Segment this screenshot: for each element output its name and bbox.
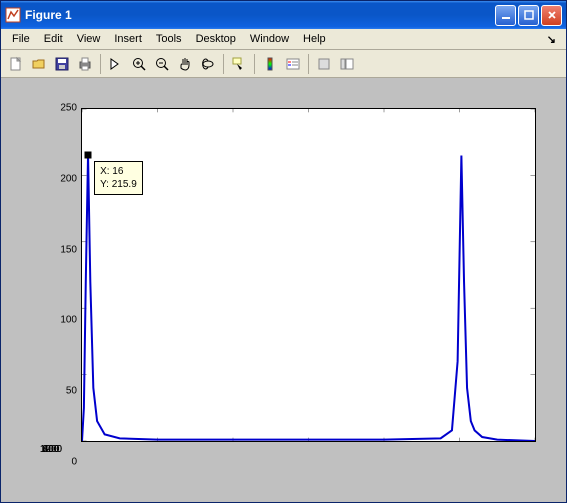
- show-plot-tools-button[interactable]: [336, 53, 358, 75]
- menu-help[interactable]: Help: [296, 31, 333, 47]
- open-button[interactable]: [28, 53, 50, 75]
- hide-plot-tools-button[interactable]: [313, 53, 335, 75]
- pan-button[interactable]: [174, 53, 196, 75]
- ytick-label: 50: [51, 386, 77, 397]
- menu-desktop[interactable]: Desktop: [189, 31, 243, 47]
- toolbar-separator: [308, 54, 309, 74]
- menu-view[interactable]: View: [70, 31, 108, 47]
- rotate-button[interactable]: [197, 53, 219, 75]
- data-cursor-button[interactable]: [228, 53, 250, 75]
- ytick-label: 250: [51, 103, 77, 114]
- menu-bar: File Edit View Insert Tools Desktop Wind…: [1, 29, 566, 50]
- menu-edit[interactable]: Edit: [37, 31, 70, 47]
- menu-file[interactable]: File: [5, 31, 37, 47]
- menu-tools[interactable]: Tools: [149, 31, 189, 47]
- legend-button[interactable]: [282, 53, 304, 75]
- data-tip-marker: [85, 151, 92, 158]
- colorbar-button[interactable]: [259, 53, 281, 75]
- toolbar: [1, 50, 566, 78]
- toolbar-separator: [100, 54, 101, 74]
- ytick-label: 150: [51, 244, 77, 255]
- close-button[interactable]: [541, 5, 562, 26]
- axes: 0 50 100 150 200 250 X: 16 Y: 215.9 0 20…: [51, 108, 536, 462]
- ytick-label: 100: [51, 315, 77, 326]
- dock-icon[interactable]: ↘: [541, 33, 562, 46]
- save-button[interactable]: [51, 53, 73, 75]
- ytick-label: 200: [51, 173, 77, 184]
- title-bar: Figure 1: [1, 1, 566, 29]
- toolbar-separator: [254, 54, 255, 74]
- data-tip-y: Y: 215.9: [100, 178, 137, 191]
- data-tip[interactable]: X: 16 Y: 215.9: [94, 161, 143, 195]
- minimize-button[interactable]: [495, 5, 516, 26]
- xtick-label: 1200: [40, 444, 62, 462]
- zoom-in-button[interactable]: [128, 53, 150, 75]
- window-title: Figure 1: [25, 8, 495, 22]
- toolbar-separator: [223, 54, 224, 74]
- menu-window[interactable]: Window: [243, 31, 296, 47]
- new-figure-button[interactable]: [5, 53, 27, 75]
- figure-area: 0 50 100 150 200 250 X: 16 Y: 215.9 0 20…: [1, 78, 566, 502]
- edit-plot-button[interactable]: [105, 53, 127, 75]
- data-tip-x: X: 16: [100, 165, 137, 178]
- maximize-button[interactable]: [518, 5, 539, 26]
- figure-window: Figure 1 File Edit View Insert Tools Des…: [0, 0, 567, 503]
- menu-insert[interactable]: Insert: [107, 31, 149, 47]
- app-icon: [5, 7, 21, 23]
- line-plot: [82, 109, 535, 441]
- plot-box[interactable]: X: 16 Y: 215.9: [81, 108, 536, 442]
- print-button[interactable]: [74, 53, 96, 75]
- window-controls: [495, 5, 562, 26]
- zoom-out-button[interactable]: [151, 53, 173, 75]
